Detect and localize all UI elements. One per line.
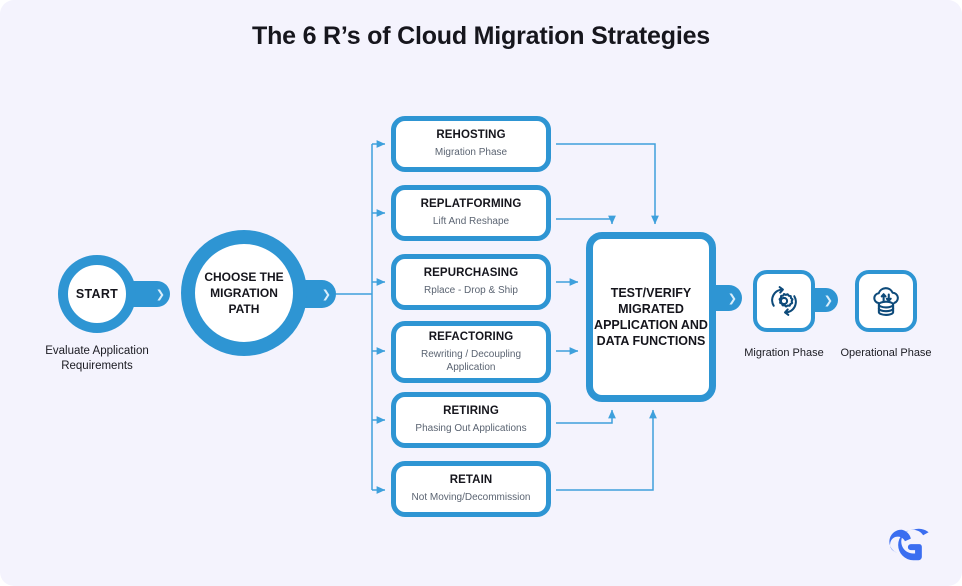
strategy-subtitle: Migration Phase [434,147,508,158]
strategy-title: REPLATFORMING [420,198,522,210]
cloud-g-logo [889,528,929,561]
chevron-right-icon: ❯ [823,293,833,307]
chevron-right-icon: ❯ [727,291,737,305]
start-caption: Evaluate Application Requirements [45,345,149,372]
chevron-right-icon: ❯ [321,287,331,301]
strategy-subtitle: Rewriting / Decoupling Application [420,348,522,373]
strategy-box-retain[interactable]: RETAIN Not Moving/Decommission [391,461,551,517]
strategy-subtitle: Not Moving/Decommission [411,492,531,503]
chevron-right-icon: ❯ [155,287,165,301]
start-node[interactable]: START [58,255,136,333]
page-title: The 6 R’s of Cloud Migration Strategies [252,22,710,50]
strategy-title: REPURCHASING [423,267,519,279]
strategy-title: RETIRING [443,405,499,417]
test-verify-label: TEST/VERIFY MIGRATED APPLICATION AND DAT… [594,286,708,348]
strategy-title: REFACTORING [428,330,514,343]
strategy-title: REHOSTING [436,129,506,141]
strategy-subtitle: Rplace - Drop & Ship [424,285,518,296]
gear-refresh-icon [771,286,797,316]
strategy-subtitle: Phasing Out Applications [415,423,527,434]
decision-label: CHOOSE THE MIGRATION PATH [204,270,284,316]
operational-phase-box[interactable] [855,270,917,332]
strategy-subtitle: Lift And Reshape [432,216,510,227]
strategy-box-retiring[interactable]: RETIRING Phasing Out Applications [391,392,551,448]
decision-node[interactable]: CHOOSE THE MIGRATION PATH [181,230,307,356]
strategy-box-rehosting[interactable]: REHOSTING Migration Phase [391,116,551,172]
diagram-canvas: The 6 R’s of Cloud Migration Strategies … [0,0,962,586]
test-verify-box[interactable]: TEST/VERIFY MIGRATED APPLICATION AND DAT… [586,232,716,402]
migration-phase-box[interactable] [753,270,815,332]
strategy-box-replatforming[interactable]: REPLATFORMING Lift And Reshape [391,185,551,241]
operational-phase-caption: Operational Phase [840,347,932,359]
start-label: START [75,287,119,301]
strategy-title: RETAIN [449,474,493,486]
cloud-database-sync-icon [873,287,899,316]
strategy-box-refactoring[interactable]: REFACTORING Rewriting / Decoupling Appli… [391,321,551,383]
strategy-box-repurchasing[interactable]: REPURCHASING Rplace - Drop & Ship [391,254,551,310]
